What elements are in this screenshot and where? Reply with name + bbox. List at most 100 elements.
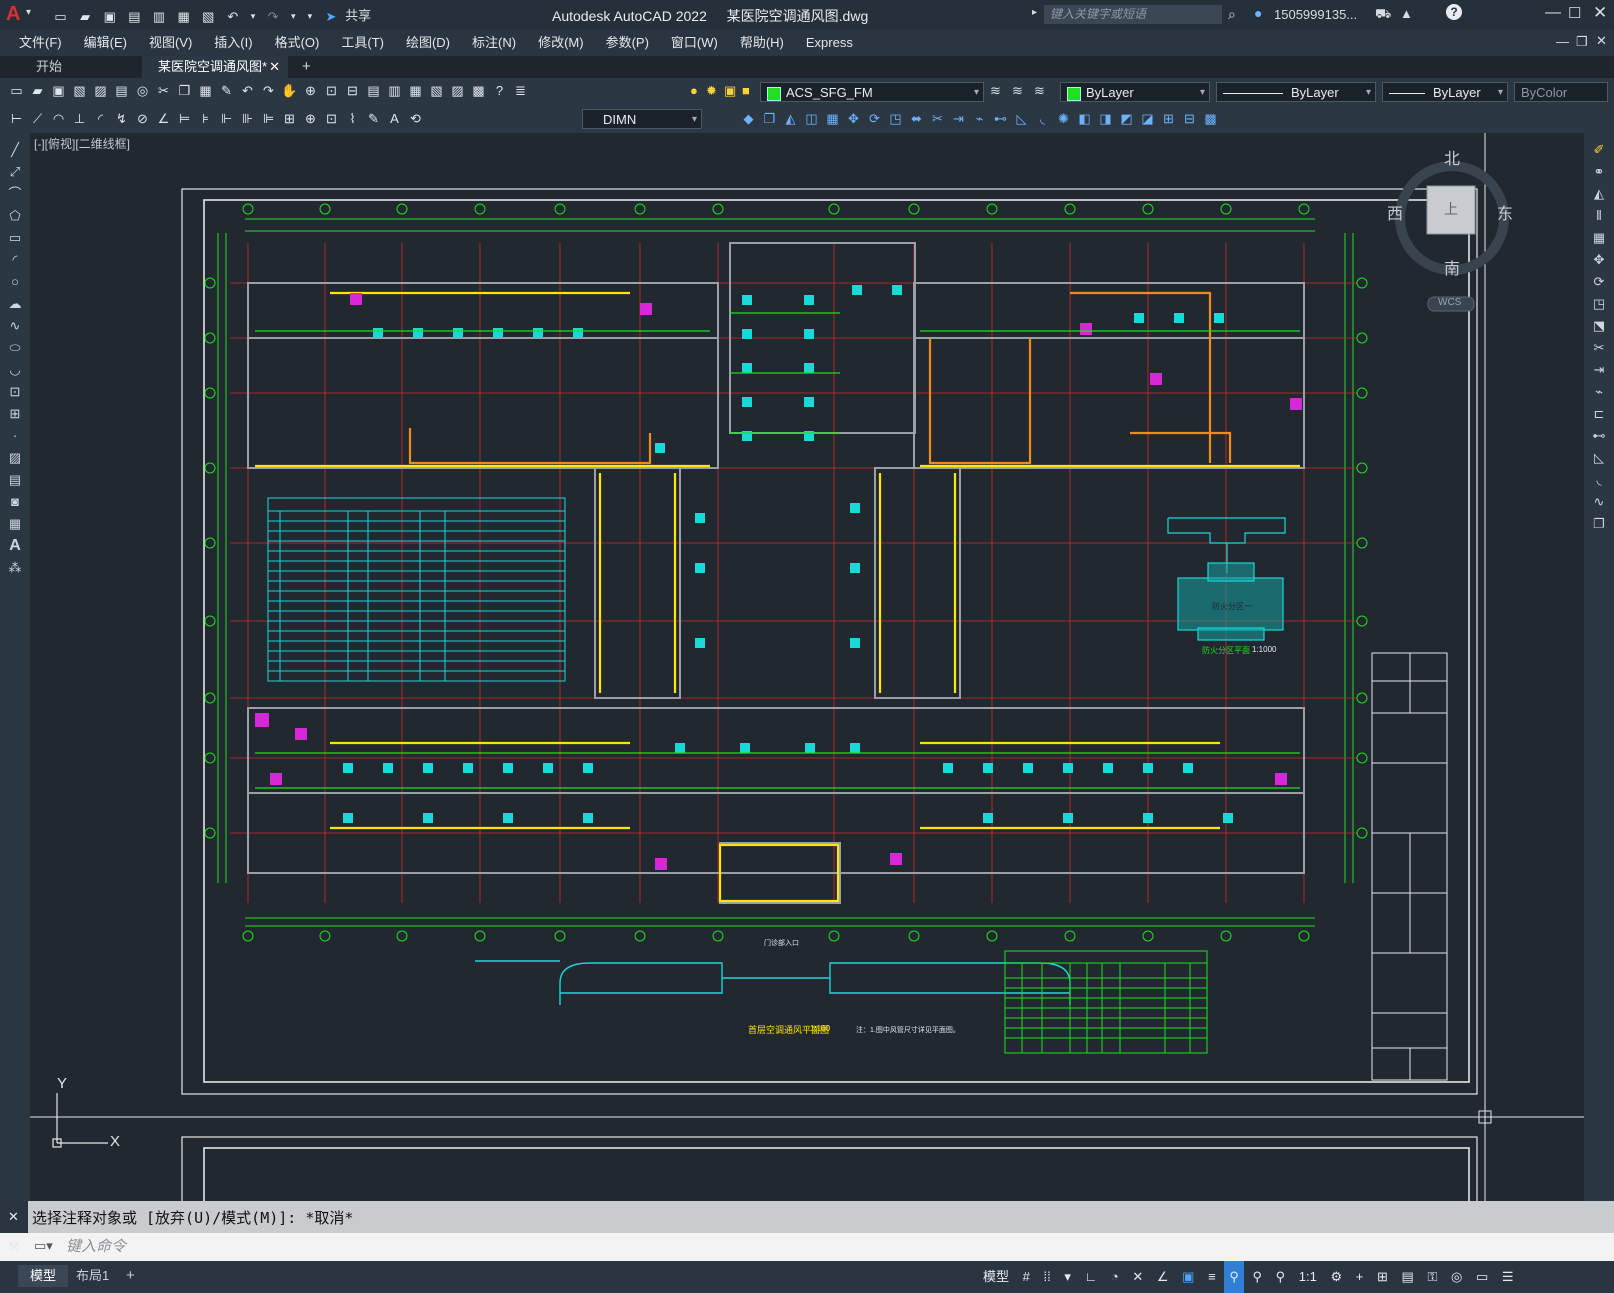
osnap-tracking-icon[interactable]: ∠ [1152, 1261, 1174, 1293]
copy-object-icon[interactable]: ❐ [761, 110, 778, 127]
insert-block-icon[interactable]: ⊡ [0, 381, 30, 403]
dim-angular-icon[interactable]: ∠ [155, 110, 172, 127]
inspect-icon[interactable]: ⊡ [323, 110, 340, 127]
hatch-edit-icon[interactable]: ▩ [1202, 110, 1219, 127]
drawing-viewport[interactable]: [-][俯视][二维线框] 北 南 西 东 上 WCS Y X 首层空调通风平面… [30, 133, 1584, 1201]
move-side-icon[interactable]: ✥ [1584, 249, 1614, 271]
cart-icon[interactable]: ⛟ [1375, 6, 1391, 24]
offset-side-icon[interactable]: ⫴ [1584, 205, 1614, 227]
dim-update-icon[interactable]: ⟲ [407, 110, 424, 127]
ellipse-icon[interactable]: ⬭ [0, 337, 30, 359]
publish-tool-icon[interactable]: ▤ [113, 82, 130, 99]
menu-format[interactable]: 格式(O) [264, 30, 331, 56]
object-snap-icon[interactable]: ▣ [1177, 1261, 1199, 1293]
model-space-toggle[interactable]: 模型 [978, 1261, 1014, 1293]
break-side-icon[interactable]: ⊏ [1584, 403, 1614, 425]
menu-view[interactable]: 视图(V) [138, 30, 203, 56]
wcs-menu[interactable]: WCS [1438, 297, 1461, 308]
isolate-icon[interactable]: ◎ [1446, 1261, 1467, 1293]
quick-properties-icon[interactable]: ▤ [1397, 1261, 1419, 1293]
view-cube-east-label[interactable]: 东 [1497, 200, 1513, 224]
layer-lock-icon[interactable]: ■ [742, 83, 750, 98]
search-icon[interactable]: ⌕ [1228, 6, 1236, 23]
zoom-realtime-icon[interactable]: ⊕ [302, 82, 319, 99]
add-selected-icon[interactable]: ⁂ [0, 557, 30, 579]
dim-diameter-icon[interactable]: ⊘ [134, 110, 151, 127]
undo-tool-icon[interactable]: ↶ [239, 82, 256, 99]
make-current-icon[interactable]: ≋ [990, 83, 1001, 99]
extend-icon[interactable]: ⇥ [950, 110, 967, 127]
user-icon[interactable]: ● [1254, 5, 1262, 21]
help-tool-icon[interactable]: ? [491, 82, 508, 99]
tool-palettes-icon[interactable]: ▦ [407, 82, 424, 99]
mirror-icon[interactable]: ◭ [782, 110, 799, 127]
polyline-icon[interactable]: ⌒ [0, 183, 30, 205]
text-front-icon[interactable]: ◩ [1118, 110, 1135, 127]
break-point-icon[interactable]: ⌁ [1584, 381, 1614, 403]
menu-help[interactable]: 帮助(H) [729, 30, 795, 56]
menu-dimension[interactable]: 标注(N) [461, 30, 527, 56]
layer-states-icon[interactable]: ≋ [1034, 83, 1045, 99]
rectangle-icon[interactable]: ▭ [0, 227, 30, 249]
save-icon[interactable]: ▣ [101, 8, 118, 25]
open-icon[interactable]: ▰ [29, 82, 46, 99]
stretch-side-icon[interactable]: ⬔ [1584, 315, 1614, 337]
layer-dropdown[interactable]: ACS_SFG_FM ▾ [760, 82, 984, 102]
center-mark-icon[interactable]: ⊕ [302, 110, 319, 127]
undo-dropdown-icon[interactable]: ▾ [249, 8, 257, 25]
dim-text-edit-icon[interactable]: A [386, 110, 403, 127]
trim-side-icon[interactable]: ✂ [1584, 337, 1614, 359]
chamfer-icon[interactable]: ◺ [1013, 110, 1030, 127]
annotation-visibility-icon[interactable]: ⚲ [1224, 1261, 1244, 1293]
zoom-window-icon[interactable]: ⊡ [323, 82, 340, 99]
quick-dim-icon[interactable]: ⊨ [176, 110, 193, 127]
spline-icon[interactable]: ∿ [0, 315, 30, 337]
customize-menu-icon[interactable]: ☰ [1497, 1261, 1519, 1293]
grid-icon[interactable]: # [1018, 1261, 1035, 1293]
menu-parametric[interactable]: 参数(P) [595, 30, 660, 56]
menu-express[interactable]: Express [795, 30, 864, 56]
scale-side-icon[interactable]: ◳ [1584, 293, 1614, 315]
plot-preview-icon[interactable]: ▥ [151, 8, 168, 25]
user-name[interactable]: 1505999135... [1274, 7, 1357, 22]
annotation-scale-icon[interactable]: ⚲ [1271, 1261, 1291, 1293]
workspace-gear-icon[interactable]: ⚙ [1325, 1261, 1347, 1293]
dim-front-icon[interactable]: ◪ [1139, 110, 1156, 127]
units-icon[interactable]: ⊞ [1372, 1261, 1393, 1293]
extend-side-icon[interactable]: ⇥ [1584, 359, 1614, 381]
tolerance-icon[interactable]: ⊞ [281, 110, 298, 127]
blend-icon[interactable]: ∿ [1584, 491, 1614, 513]
break-icon[interactable]: ⌁ [971, 110, 988, 127]
copy-icon[interactable]: ❐ [176, 82, 193, 99]
dim-ordinate-icon[interactable]: ⊥ [71, 110, 88, 127]
add-layout-button[interactable]: + [126, 1267, 135, 1284]
view-cube-west-label[interactable]: 西 [1387, 200, 1403, 224]
menu-modify[interactable]: 修改(M) [527, 30, 595, 56]
add-icon[interactable]: + [1351, 1261, 1369, 1293]
autocad-logo-icon[interactable]: A [6, 3, 20, 26]
line-icon[interactable]: ╱ [0, 139, 30, 161]
table-icon[interactable]: ▦ [0, 513, 30, 535]
gradient-icon[interactable]: ▤ [0, 469, 30, 491]
array-icon[interactable]: ▦ [824, 110, 841, 127]
dim-aligned-icon[interactable]: ⟋ [29, 110, 46, 127]
array-side-icon[interactable]: ▦ [1584, 227, 1614, 249]
arc-icon[interactable]: ◜ [0, 249, 30, 271]
help-icon[interactable]: ? [1446, 4, 1462, 20]
ellipse-arc-icon[interactable]: ◡ [0, 359, 30, 381]
dim-arc-icon[interactable]: ◠ [50, 110, 67, 127]
dim-break-icon[interactable]: ⊫ [260, 110, 277, 127]
redo-icon[interactable]: ↷ [265, 8, 282, 25]
view-cube-north-label[interactable]: 北 [1444, 145, 1460, 169]
snap-icon[interactable]: ⁞⁞ [1039, 1261, 1056, 1293]
draworder-front-icon[interactable]: ◧ [1076, 110, 1093, 127]
share-icon[interactable]: ➤ [323, 8, 340, 25]
properties-icon[interactable]: ▤ [365, 82, 382, 99]
pan-icon[interactable]: ✋ [281, 82, 298, 99]
revcloud-icon[interactable]: ☁ [0, 293, 30, 315]
move-icon[interactable]: ✥ [845, 110, 862, 127]
chamfer-side-icon[interactable]: ◺ [1584, 447, 1614, 469]
design-center-icon[interactable]: ▥ [386, 82, 403, 99]
lineweight-dropdown[interactable]: ByLayer ▾ [1382, 82, 1508, 102]
layer-previous-icon[interactable]: ≋ [1012, 83, 1023, 99]
